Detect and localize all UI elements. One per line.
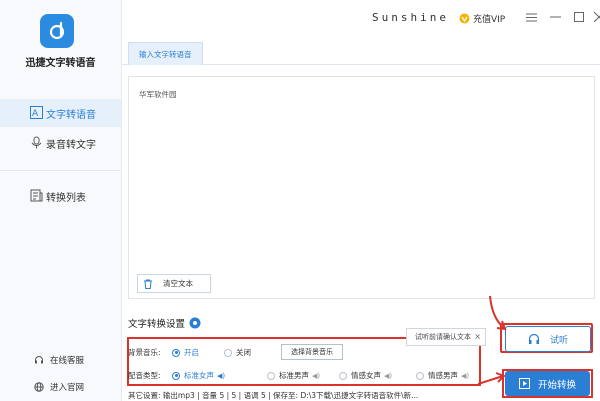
close-icon[interactable] [592, 10, 600, 24]
try-listen-button[interactable]: 试听 [505, 326, 591, 352]
vip-label: 充值VIP [473, 15, 506, 25]
speaker-icon[interactable]: ◀) [461, 372, 469, 380]
settings-title-label: 文字转换设置 [128, 319, 186, 330]
sidebar-item-conversion-list[interactable]: 转换列表 [0, 182, 121, 210]
svg-text:A: A [32, 109, 39, 119]
play-icon [518, 378, 530, 389]
list-icon [30, 189, 43, 202]
radio-off-icon [267, 371, 275, 380]
bg-music-on-radio[interactable]: 开启 [172, 347, 199, 358]
speaker-icon[interactable]: ◀) [312, 372, 320, 380]
bg-music-off-radio[interactable]: 关闭 [224, 347, 251, 358]
microphone-icon [31, 136, 42, 149]
radio-off-icon [416, 371, 424, 380]
maximize-icon[interactable] [572, 10, 586, 24]
user-name[interactable]: Sunshine [372, 11, 449, 24]
other-settings-row: 其它设置: 输出mp3 | 音量 5 | 5 | 语调 5 | 保存至: D:\… [128, 391, 419, 400]
titlebar: Sunshine 充值VIP [122, 0, 600, 36]
start-convert-label: 开始转换 [537, 379, 576, 391]
pitch-value[interactable]: 语调 5 [244, 391, 266, 400]
tooltip-text: 试听前请确认文本 [415, 333, 471, 341]
sidebar-item-text-to-speech[interactable]: A 文字转语音 [0, 99, 121, 127]
speed-value[interactable]: 5 [232, 391, 237, 400]
bg-off-label: 关闭 [236, 348, 251, 357]
minimize-icon[interactable] [548, 10, 562, 24]
radio-on-icon [172, 371, 180, 380]
gear-icon[interactable] [189, 317, 201, 329]
voice-standard-female[interactable]: 标准女声 ◀) [172, 370, 225, 381]
arrow-to-try-icon [489, 296, 507, 331]
voice-type-label: 配音类型: [128, 371, 161, 380]
other-settings-label: 其它设置: [128, 391, 161, 400]
app-logo-icon [40, 14, 74, 48]
voice-label: 情感女声 [351, 371, 381, 380]
voice-emotional-male[interactable]: 情感男声 ◀) [416, 370, 469, 381]
sidebar-item-label: 文字转语音 [46, 109, 96, 121]
sidebar: 迅捷文字转语音 A 文字转语音 录音转文字 转换列表 在线客服 进入官网 [0, 0, 122, 401]
headset-icon [35, 356, 43, 364]
menu-icon[interactable] [524, 10, 538, 24]
app-title: 迅捷文字转语音 [25, 58, 96, 69]
voice-label: 标准女声 [184, 371, 214, 380]
start-convert-button[interactable]: 开始转换 [505, 371, 590, 396]
text-editor[interactable]: 华军软件园 清空文本 [128, 76, 595, 299]
bg-music-row: 背景音乐: [128, 347, 161, 358]
online-service-label: 在线客服 [50, 356, 85, 366]
bg-music-label: 背景音乐: [128, 348, 161, 357]
radio-off-icon [339, 371, 347, 380]
text-speech-icon: A [30, 106, 43, 119]
editor-content[interactable]: 华军软件园 [139, 89, 177, 100]
vip-button[interactable]: 充值VIP [459, 12, 505, 25]
headphones-icon [528, 333, 540, 344]
globe-icon [34, 382, 44, 392]
voice-emotional-female[interactable]: 情感女声 ◀) [339, 370, 392, 381]
speaker-icon[interactable]: ◀) [217, 372, 225, 380]
try-listen-label: 试听 [549, 335, 568, 346]
sidebar-item-label: 录音转文字 [46, 139, 96, 151]
voice-standard-male[interactable]: 标准男声 ◀) [267, 370, 320, 381]
trash-icon [144, 279, 152, 289]
voice-type-row: 配音类型: [128, 370, 161, 381]
clear-text-button[interactable]: 清空文本 [137, 274, 211, 293]
tab-text-to-speech[interactable]: 输入文字转语音 [128, 42, 203, 65]
voice-label: 情感男声 [428, 371, 458, 380]
speaker-icon[interactable]: ◀) [384, 372, 392, 380]
volume-value[interactable]: 音量 5 [202, 391, 224, 400]
online-service-link[interactable]: 在线客服 [34, 354, 84, 366]
sidebar-divider [0, 170, 121, 171]
preview-tooltip: 试听前请确认文本 × [406, 328, 486, 346]
settings-title: 文字转换设置 [128, 316, 201, 330]
radio-off-icon [224, 348, 232, 357]
tab-bar: 输入文字转语音 [122, 42, 600, 65]
radio-on-icon [172, 348, 180, 357]
output-format[interactable]: 输出mp3 [163, 391, 195, 400]
voice-label: 标准男声 [279, 371, 309, 380]
bg-on-label: 开启 [184, 348, 199, 357]
save-path[interactable]: 保存至: D:\3下载\迅捷文字转语音软件\新... [273, 391, 418, 400]
official-site-link[interactable]: 进入官网 [34, 381, 84, 393]
arrow-to-start-icon [478, 372, 506, 385]
official-site-label: 进入官网 [50, 383, 85, 393]
sidebar-item-recording-to-text[interactable]: 录音转文字 [0, 129, 121, 157]
sidebar-item-label: 转换列表 [46, 192, 86, 204]
select-bg-music-button[interactable]: 选择背景音乐 [281, 344, 343, 360]
clear-text-label: 清空文本 [163, 279, 193, 288]
vip-crown-icon [459, 13, 470, 24]
